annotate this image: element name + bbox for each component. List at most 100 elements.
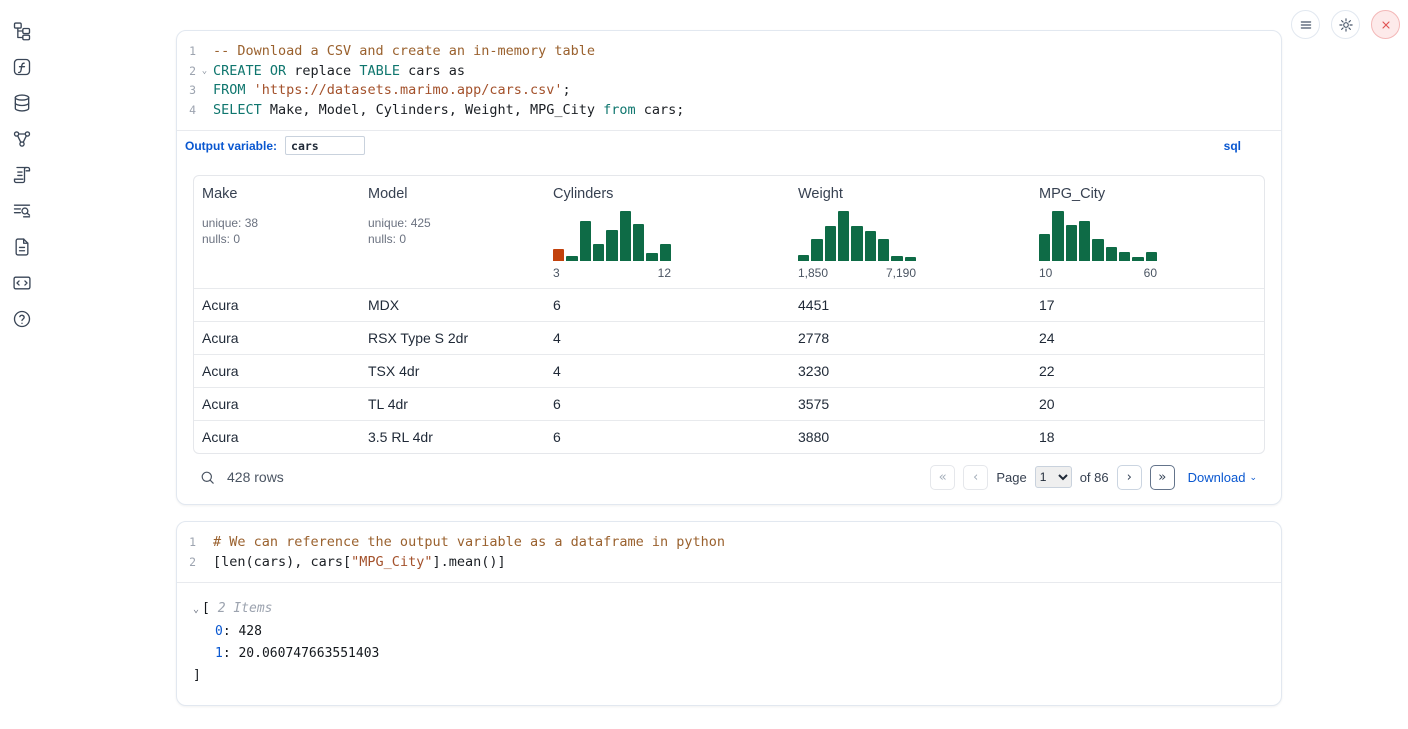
page-select[interactable]: 1: [1035, 466, 1072, 488]
code-text: CREATE OR replace TABLE cars as: [213, 62, 465, 82]
column-name[interactable]: Make: [202, 186, 352, 202]
database-icon[interactable]: [10, 92, 44, 114]
fold-spacer: [196, 553, 213, 573]
histogram-bar[interactable]: [553, 249, 564, 262]
histogram-bar[interactable]: [633, 224, 644, 261]
column-header: Model unique: 425nulls: 0: [360, 186, 545, 280]
histogram-bar[interactable]: [811, 239, 822, 262]
hamburger-menu-icon[interactable]: [1291, 10, 1320, 39]
function-icon[interactable]: [10, 56, 44, 78]
code-token: from: [603, 102, 636, 118]
file-tree-icon[interactable]: [10, 20, 44, 42]
close-bracket: ]: [193, 665, 1265, 687]
histogram-bar[interactable]: [646, 253, 657, 262]
table-footer: 428 rows « ‹ Page 1 of 86 › » Download ⌄: [193, 454, 1265, 500]
table-body: AcuraMDX6445117AcuraRSX Type S 2dr427782…: [194, 288, 1264, 453]
code-token: TABLE: [359, 63, 400, 79]
histogram-bar[interactable]: [593, 244, 604, 261]
histogram-bar[interactable]: [1039, 234, 1050, 262]
histogram: [1039, 211, 1157, 261]
scroll-icon[interactable]: [10, 164, 44, 186]
gear-icon[interactable]: [1331, 10, 1360, 39]
prev-page-button[interactable]: ‹: [963, 465, 988, 490]
table-cell: 3230: [790, 363, 1031, 379]
histogram-bar[interactable]: [825, 226, 836, 261]
collapse-chevron-icon[interactable]: ⌄: [193, 604, 199, 615]
search-icon[interactable]: [199, 469, 216, 486]
histogram-bar[interactable]: [580, 221, 591, 261]
last-page-button[interactable]: »: [1150, 465, 1175, 490]
table-row[interactable]: Acura3.5 RL 4dr6388018: [194, 420, 1264, 453]
histogram-bar[interactable]: [838, 211, 849, 261]
histogram-bar[interactable]: [865, 231, 876, 261]
table-row[interactable]: AcuraRSX Type S 2dr4277824: [194, 321, 1264, 354]
histogram-bar[interactable]: [1119, 252, 1130, 261]
code-token: ].mean()]: [432, 554, 505, 570]
histogram-bar[interactable]: [1146, 252, 1157, 261]
histogram-bar[interactable]: [1132, 257, 1143, 261]
column-header: Weight1,8507,190: [790, 186, 1031, 280]
table-output: Makeunique: 38nulls: 0 Model unique: 425nu…: [177, 160, 1281, 504]
line-number: 1: [177, 42, 196, 62]
sql-code-editor[interactable]: 1-- Download a CSV and create an in-memo…: [177, 31, 1281, 130]
table-cell: 4: [545, 330, 790, 346]
histogram-bar[interactable]: [1079, 221, 1090, 261]
first-page-button[interactable]: «: [930, 465, 955, 490]
histogram-bar[interactable]: [606, 230, 617, 261]
histogram-bar[interactable]: [1092, 239, 1103, 262]
code-token: "MPG_City": [351, 554, 432, 570]
histogram-bar[interactable]: [1052, 211, 1063, 261]
help-icon[interactable]: [10, 308, 44, 330]
histogram-bar[interactable]: [851, 226, 862, 261]
column-header: Cylinders312: [545, 186, 790, 280]
histogram-bar[interactable]: [660, 244, 671, 261]
download-button[interactable]: Download ⌄: [1188, 470, 1257, 485]
entry-key: 1: [215, 646, 223, 661]
column-name[interactable]: Weight: [798, 186, 1023, 202]
line-number: 1: [177, 533, 196, 553]
code-token: cars as: [400, 63, 465, 79]
column-name[interactable]: MPG_City: [1039, 186, 1256, 202]
histogram-bar[interactable]: [798, 255, 809, 261]
column-name[interactable]: Model: [368, 186, 537, 202]
table-cell: 18: [1031, 429, 1264, 445]
table-row[interactable]: AcuraTSX 4dr4323022: [194, 354, 1264, 387]
column-header: Makeunique: 38nulls: 0: [194, 186, 360, 280]
column-stats: unique: 425nulls: 0: [368, 215, 537, 247]
code-line: 1# We can reference the output variable …: [177, 533, 1271, 553]
histogram-bar[interactable]: [1106, 247, 1117, 261]
dependency-graph-icon[interactable]: [10, 128, 44, 150]
histogram-bar[interactable]: [878, 239, 889, 262]
next-page-button[interactable]: ›: [1117, 465, 1142, 490]
sidebar: [10, 20, 44, 330]
code-token: replace: [286, 63, 359, 79]
column-name[interactable]: Cylinders: [553, 186, 782, 202]
histogram-bar[interactable]: [905, 257, 916, 261]
histogram-bar[interactable]: [566, 256, 577, 261]
fold-chevron-icon[interactable]: ⌄: [196, 62, 213, 82]
search-list-icon[interactable]: [10, 200, 44, 222]
table-cell: Acura: [194, 363, 360, 379]
histogram-bar[interactable]: [620, 211, 631, 261]
code-line: 2[len(cars), cars["MPG_City"].mean()]: [177, 553, 1271, 573]
table-cell: 24: [1031, 330, 1264, 346]
python-code-editor[interactable]: 1# We can reference the output variable …: [177, 522, 1281, 582]
histogram: [553, 211, 671, 261]
table-row[interactable]: AcuraMDX6445117: [194, 288, 1264, 321]
close-icon[interactable]: [1371, 10, 1400, 39]
code-token: ;: [563, 82, 571, 98]
histogram-bar[interactable]: [891, 256, 902, 261]
code-token: CREATE OR: [213, 63, 286, 79]
snippets-icon[interactable]: [10, 272, 44, 294]
table-row[interactable]: AcuraTL 4dr6357520: [194, 387, 1264, 420]
output-variable-input[interactable]: [285, 136, 365, 155]
table-cell: TL 4dr: [360, 396, 545, 412]
histogram-bar[interactable]: [1066, 225, 1077, 261]
entry-key: 0: [215, 624, 223, 639]
document-icon[interactable]: [10, 236, 44, 258]
stat-line: unique: 425: [368, 215, 537, 231]
code-line: 4SELECT Make, Model, Cylinders, Weight, …: [177, 101, 1271, 121]
histogram-max: 12: [658, 266, 671, 280]
table-cell: 6: [545, 396, 790, 412]
page-total: of 86: [1080, 470, 1109, 485]
